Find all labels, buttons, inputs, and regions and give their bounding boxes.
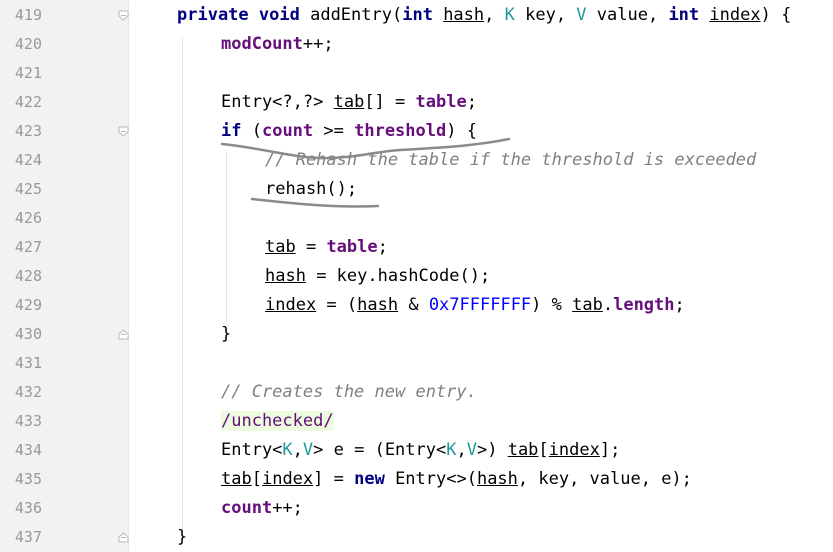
pen-underline-stroke <box>220 137 511 160</box>
pen-annotation-layer <box>220 137 511 208</box>
pen-underline-stroke <box>250 197 380 208</box>
